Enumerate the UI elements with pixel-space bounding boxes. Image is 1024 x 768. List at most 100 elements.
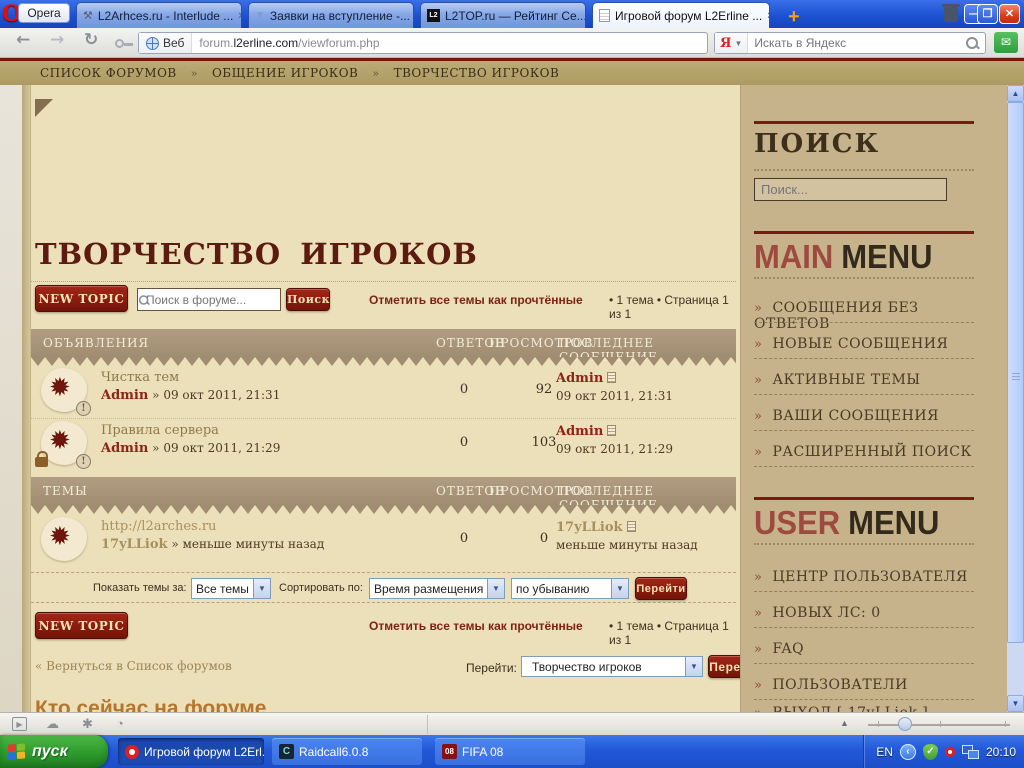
sort-by-select[interactable]: Время размещения ▼ [369,578,505,599]
topic-row[interactable]: ✹ ! Правила сервера Admin » 09 окт 2011,… [31,421,736,469]
sidebar-item-new-posts[interactable]: » НОВЫЕ СООБЩЕНИЯ [754,336,984,352]
topic-link[interactable]: http://l2arches.ru [101,519,324,534]
tab-title: L2Arhces.ru - Interlude ... [97,8,234,23]
taskbar-task-raidcall[interactable]: C Raidcall6.0.8 [272,738,422,765]
search-input[interactable] [748,36,965,50]
forward-icon[interactable]: → [50,30,64,50]
forum-search-box[interactable] [137,288,301,311]
sidebar-search-input[interactable] [754,178,947,201]
antivirus-shield-icon[interactable]: ✓ [922,743,938,760]
topic-link[interactable]: Чистка тем [101,370,280,385]
sidebar-item-logout[interactable]: »ВЫХОД [ 17yLLiok ] [754,705,984,712]
scroll-up-button[interactable]: ▲ [1007,85,1024,102]
network-icon[interactable] [961,744,979,759]
show-topics-label: Показать темы за: [93,582,187,594]
author-link[interactable]: Admin [101,388,148,403]
language-indicator[interactable]: EN [876,745,893,759]
show-topics-select[interactable]: Все темы ▼ [191,578,271,599]
scrollbar-thumb[interactable] [1007,102,1024,643]
filter-go-button[interactable]: Перейти [635,577,687,600]
tab-close-icon[interactable]: × [238,10,241,22]
tab-close-icon[interactable]: × [767,10,769,22]
topic-row[interactable]: ✹ http://l2arches.ru 17yLLiok » меньше м… [31,517,736,565]
closed-tabs-trash-icon[interactable] [942,4,960,22]
chevron-right-icon: » [754,606,763,621]
divider [754,358,974,359]
tab-forum-active[interactable]: Игровой форум L2Erline ... × [592,2,770,28]
who-is-online-heading: Кто сейчас на форуме [35,697,267,712]
taskbar-task-opera[interactable]: Игровой форум L2Erl... [118,738,264,765]
new-topic-button[interactable]: NEW TOPIC [35,285,128,312]
zoom-slider-track[interactable] [868,724,1010,726]
back-icon[interactable]: ← [16,30,30,50]
zoom-slider-thumb[interactable] [898,717,912,731]
sidebar-item-active-topics[interactable]: » АКТИВНЫЕ ТЕМЫ [754,372,984,388]
sidebar-item-new-pms[interactable]: » НОВЫХ ЛС: 0 [754,605,984,621]
breadcrumb-players-chat[interactable]: ОБЩЕНИЕ ИГРОКОВ [212,66,358,80]
url-text[interactable]: forum.l2erline.com/viewforum.php [192,36,379,50]
sidebar-item-faq[interactable]: » FAQ [754,641,984,657]
chevron-down-icon[interactable]: ▼ [487,579,504,598]
taskbar-task-fifa[interactable]: 08 FIFA 08 [435,738,585,765]
forum-search-button[interactable]: Поиск [286,288,330,311]
new-tab-button[interactable]: + [788,6,800,29]
opera-tray-icon[interactable] [944,746,955,757]
last-post-author-link[interactable]: Admin [556,424,603,439]
author-link[interactable]: Admin [101,441,148,456]
breadcrumb-forums-list[interactable]: СПИСОК ФОРУМОВ [40,66,177,80]
last-post-author-link[interactable]: Admin [556,371,603,386]
close-button[interactable]: ✕ [999,4,1020,24]
sidebar-item-your-posts[interactable]: » ВАШИ СООБЩЕНИЯ [754,408,984,424]
tab-l2arhces[interactable]: ⚒ L2Arhces.ru - Interlude ... × [76,2,242,28]
divider [31,281,736,282]
chevron-down-icon[interactable]: ▼ [253,579,270,598]
mark-read-link[interactable]: Отметить все темы как прочтённые [369,293,583,307]
vertical-scrollbar[interactable]: ▲ ▼ [1007,85,1024,712]
reload-icon[interactable]: ↻ [84,30,98,50]
panels-toggle-icon[interactable]: ▶ [12,717,27,731]
forum-search-input[interactable] [144,292,301,307]
address-mode-badge[interactable]: Веб [139,33,193,53]
chevron-right-icon: » [754,337,763,352]
search-icon[interactable] [965,36,979,50]
sort-direction-select[interactable]: по убыванию ▼ [511,578,629,599]
breadcrumb-separator: » [372,66,380,80]
opera-turbo-icon[interactable]: ◔ [116,716,124,731]
sidebar-item-members[interactable]: » ПОЛЬЗОВАТЕЛИ [754,677,984,693]
mark-read-link[interactable]: Отметить все темы как прочтённые [369,619,583,633]
chevron-down-icon[interactable]: ▼ [685,657,702,676]
sidebar: ПОИСК MAINMENU »СООБЩЕНИЯ БЕЗ ОТВЕТОВ »Н… [740,85,1007,712]
opera-unite-icon[interactable]: ✱ [82,716,93,732]
opera-menu-button[interactable]: Opera [18,3,70,23]
search-engine-selector[interactable]: Я ▼ [715,33,749,53]
sidebar-item-advanced-search[interactable]: » РАСШИРЕННЫЙ ПОИСК [754,444,984,460]
sidebar-item-user-control-panel[interactable]: » ЦЕНТР ПОЛЬЗОВАТЕЛЯ [754,569,984,585]
topic-link[interactable]: Правила сервера [101,423,280,438]
goto-post-icon[interactable] [607,425,617,436]
topic-date: » меньше минуты назад [171,537,325,551]
tab-l2top[interactable]: L2 L2TOP.ru — Рейтинг Се... × [420,2,586,28]
opera-link-cloud-icon[interactable]: ☁ [46,716,59,732]
jump-to-select[interactable]: Творчество игроков ▼ [521,656,703,677]
wand-icon[interactable] [115,39,133,48]
mail-icon[interactable]: ✉ [994,32,1018,53]
author-link[interactable]: 17yLLiok [101,537,168,552]
tab-zayavki[interactable]: ▼ Заявки на вступление -... × [248,2,414,28]
scroll-down-button[interactable]: ▼ [1007,695,1024,712]
row-divider [31,418,736,419]
back-to-forum-list-link[interactable]: « Вернуться в Список форумов [35,659,232,673]
breadcrumb-current[interactable]: ТВОРЧЕСТВО ИГРОКОВ [394,66,560,80]
chevron-down-icon[interactable]: ▼ [611,579,628,598]
fit-width-icon[interactable]: ▲ [840,718,849,728]
hide-icons-chevron-icon[interactable]: ‹ [899,743,916,760]
sidebar-item-unanswered[interactable]: » СООБЩЕНИЯ БЕЗ ОТВЕТОВ [754,300,984,332]
goto-post-icon[interactable] [626,521,636,532]
new-topic-button-bottom[interactable]: NEW TOPIC [35,612,128,639]
goto-post-icon[interactable] [607,372,617,383]
restore-button[interactable]: ❐ [977,4,998,24]
last-post-author-link[interactable]: 17yLLiok [556,520,623,535]
yandex-search-bar[interactable]: Я ▼ [714,32,986,54]
start-button[interactable]: пуск [0,735,108,768]
topic-row[interactable]: ✹ ! Чистка тем Admin » 09 окт 2011, 21:3… [31,368,736,416]
address-bar[interactable]: Веб forum.l2erline.com/viewforum.php [138,32,708,54]
